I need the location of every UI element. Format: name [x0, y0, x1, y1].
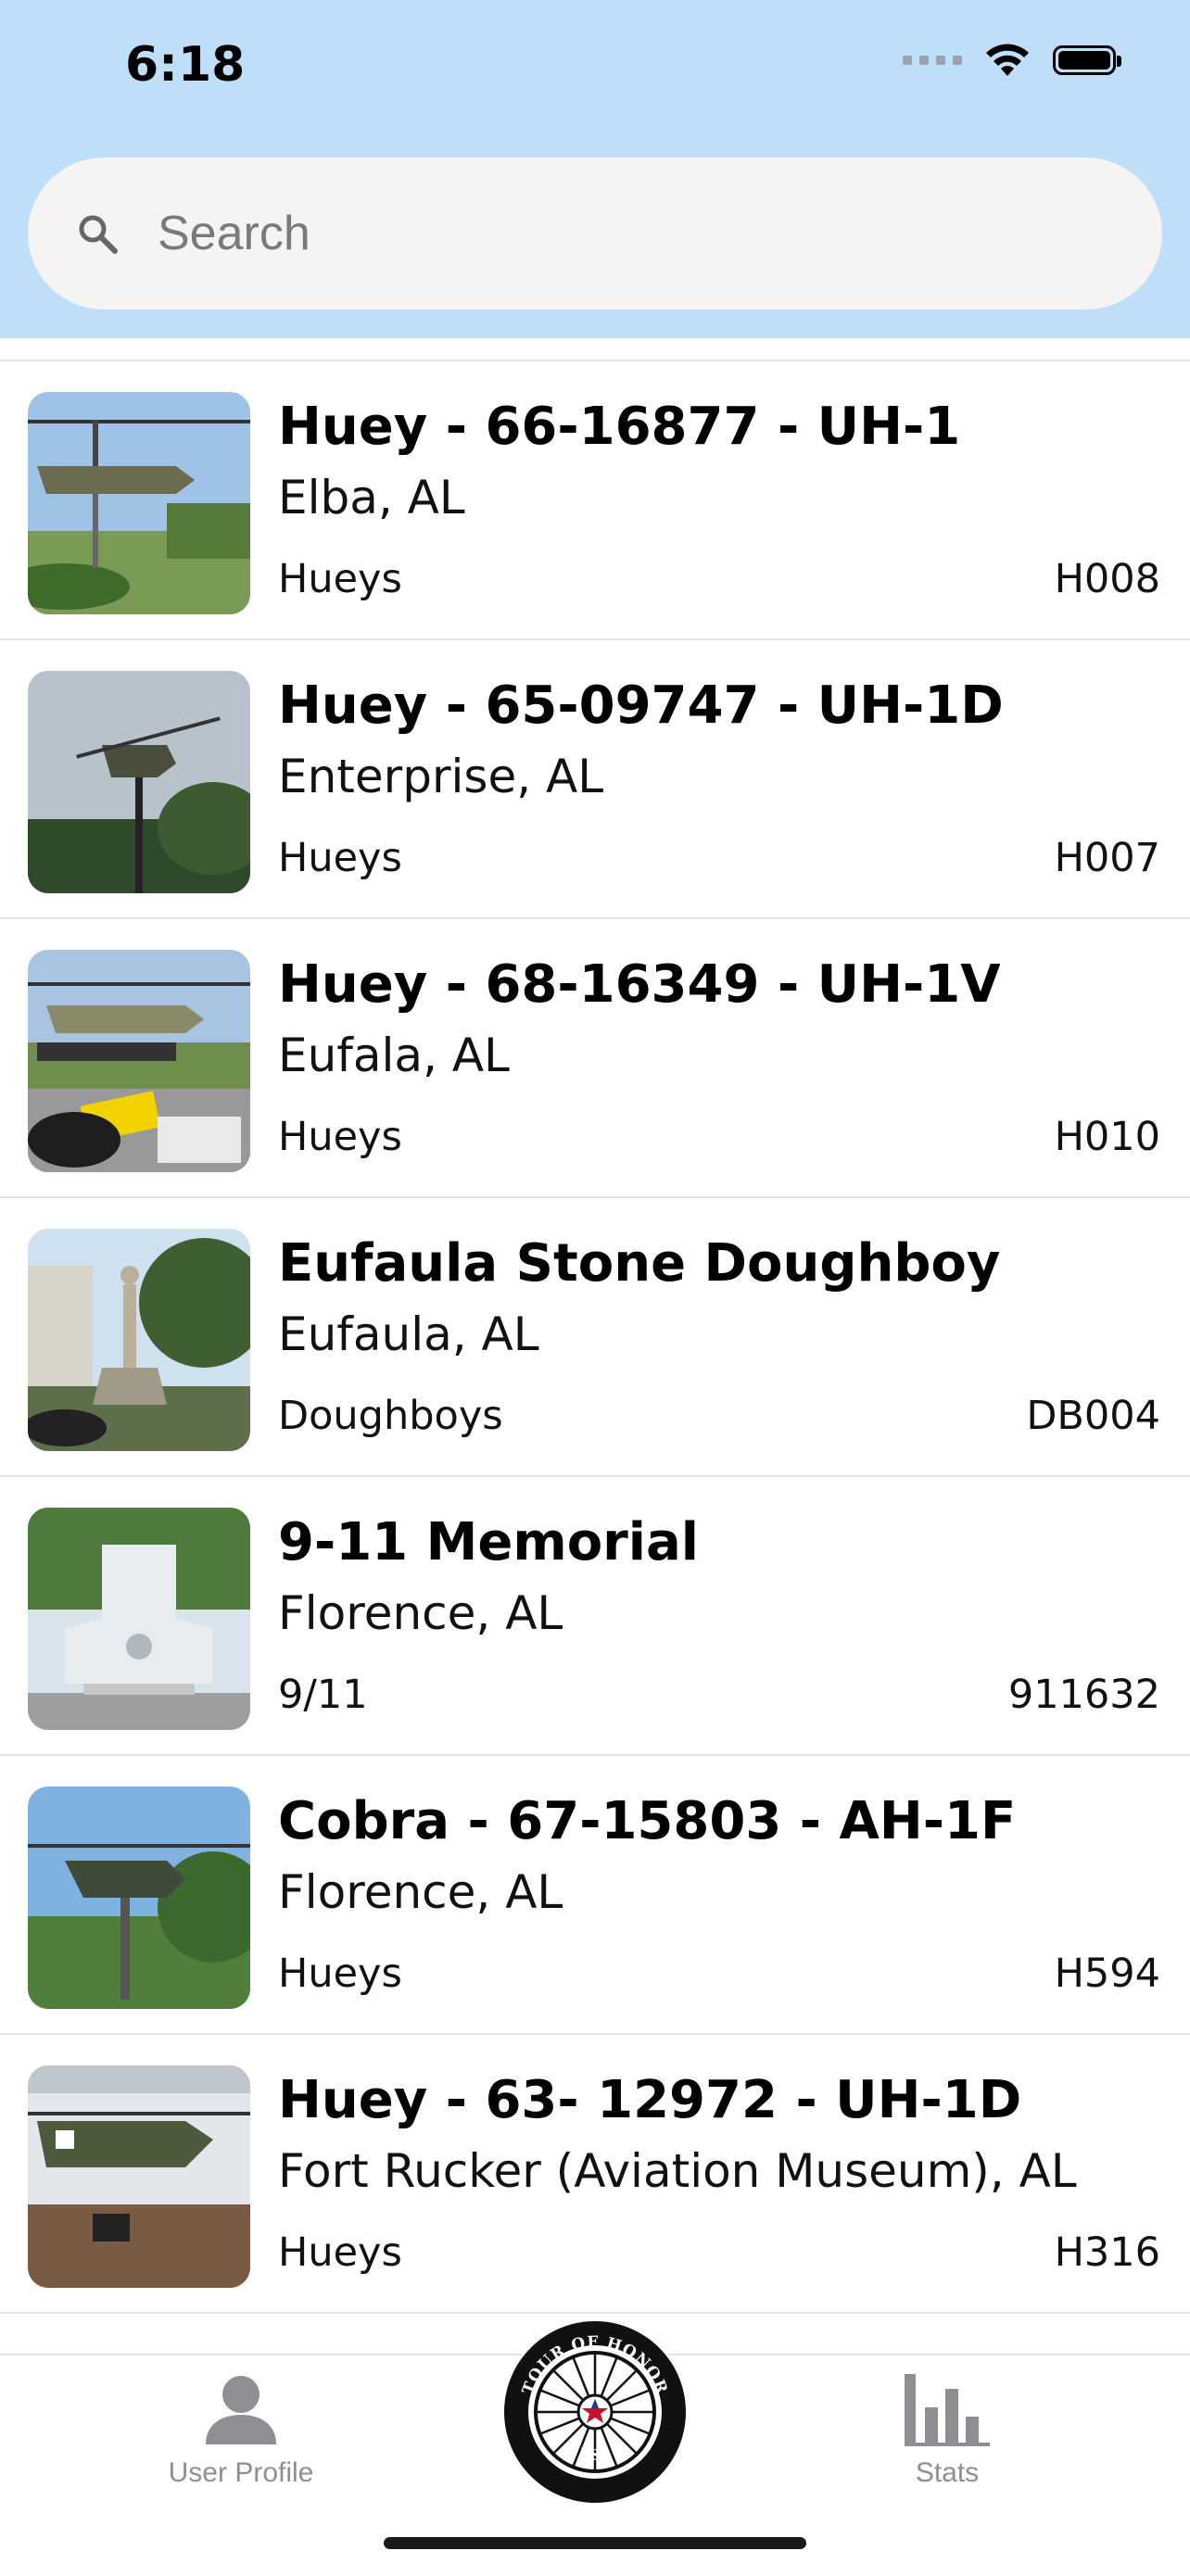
item-title: Huey - 63- 12972 - UH-1D	[278, 2070, 1022, 2130]
logo-bottom-text: USA	[578, 2444, 613, 2463]
item-category: Hueys	[278, 1114, 402, 1160]
list-item[interactable]: Huey - 66-16877 - UH-1 Elba, AL Hueys H0…	[0, 361, 1190, 640]
item-thumbnail	[28, 1787, 250, 2009]
list-item[interactable]: Cobra - 67-15803 - AH-1F Florence, AL Hu…	[0, 1756, 1190, 2035]
tour-of-honor-logo-button[interactable]: TOUR OF HONOR USA	[502, 2319, 688, 2505]
cellular-signal-icon	[903, 56, 962, 65]
item-code: H316	[1054, 2229, 1160, 2276]
item-category: Hueys	[278, 556, 402, 602]
status-bar: 6:18	[0, 0, 1190, 148]
item-title: Huey - 65-09747 - UH-1D	[278, 676, 1004, 736]
item-location: Eufala, AL	[278, 1029, 510, 1082]
item-location: Enterprise, AL	[278, 750, 604, 803]
item-code: H007	[1054, 835, 1160, 881]
memorial-list: Huey - 66-16877 - UH-1 Elba, AL Hueys H0…	[0, 360, 1190, 2314]
bar-chart-icon	[905, 2374, 990, 2446]
item-code: H008	[1054, 556, 1160, 602]
item-location: Elba, AL	[278, 471, 465, 524]
status-time: 6:18	[125, 37, 246, 93]
list-item[interactable]: 9-11 Memorial Florence, AL 9/11 911632	[0, 1477, 1190, 1756]
item-category: Hueys	[278, 835, 402, 881]
item-thumbnail	[28, 1229, 250, 1451]
search-bar[interactable]	[28, 158, 1162, 309]
item-title: 9-11 Memorial	[278, 1512, 699, 1572]
search-icon	[79, 215, 118, 254]
user-profile-icon	[206, 2376, 276, 2444]
tab-user-profile-label: User Profile	[168, 2457, 314, 2488]
item-thumbnail	[28, 1508, 250, 1730]
item-category: Doughboys	[278, 1393, 503, 1439]
list-item[interactable]: Huey - 63- 12972 - UH-1D Fort Rucker (Av…	[0, 2035, 1190, 2314]
list-item[interactable]: Huey - 65-09747 - UH-1D Enterprise, AL H…	[0, 640, 1190, 919]
wifi-icon	[986, 44, 1029, 76]
item-category: Hueys	[278, 2229, 402, 2276]
home-indicator[interactable]	[384, 2537, 806, 2549]
item-code: DB004	[1026, 1393, 1160, 1439]
list-item[interactable]: Eufaula Stone Doughboy Eufaula, AL Dough…	[0, 1198, 1190, 1477]
item-category: Hueys	[278, 1951, 402, 1997]
item-thumbnail	[28, 2065, 250, 2288]
tab-stats-label: Stats	[915, 2457, 980, 2488]
item-location: Florence, AL	[278, 1586, 563, 1640]
battery-icon	[1053, 45, 1121, 75]
item-code: 911632	[1007, 1672, 1160, 1718]
item-location: Eufaula, AL	[278, 1307, 539, 1361]
item-thumbnail	[28, 950, 250, 1172]
tab-user-profile[interactable]: User Profile	[130, 2370, 352, 2489]
item-title: Huey - 68-16349 - UH-1V	[278, 954, 1001, 1015]
tab-stats[interactable]: Stats	[836, 2370, 1058, 2489]
item-code: H010	[1054, 1114, 1160, 1160]
item-title: Eufaula Stone Doughboy	[278, 1233, 1001, 1294]
status-icons	[903, 43, 1121, 78]
item-location: Fort Rucker (Aviation Museum), AL	[278, 2144, 1077, 2198]
item-thumbnail	[28, 671, 250, 893]
item-title: Cobra - 67-15803 - AH-1F	[278, 1791, 1017, 1851]
list-item[interactable]: Huey - 68-16349 - UH-1V Eufala, AL Hueys…	[0, 919, 1190, 1198]
search-input[interactable]	[156, 205, 994, 262]
item-category: 9/11	[278, 1672, 368, 1718]
item-code: H594	[1054, 1951, 1160, 1997]
tour-of-honor-logo: TOUR OF HONOR USA	[504, 2321, 686, 2503]
item-location: Florence, AL	[278, 1865, 563, 1919]
item-title: Huey - 66-16877 - UH-1	[278, 397, 961, 457]
item-thumbnail	[28, 392, 250, 614]
svg-text:USA: USA	[578, 2444, 613, 2463]
